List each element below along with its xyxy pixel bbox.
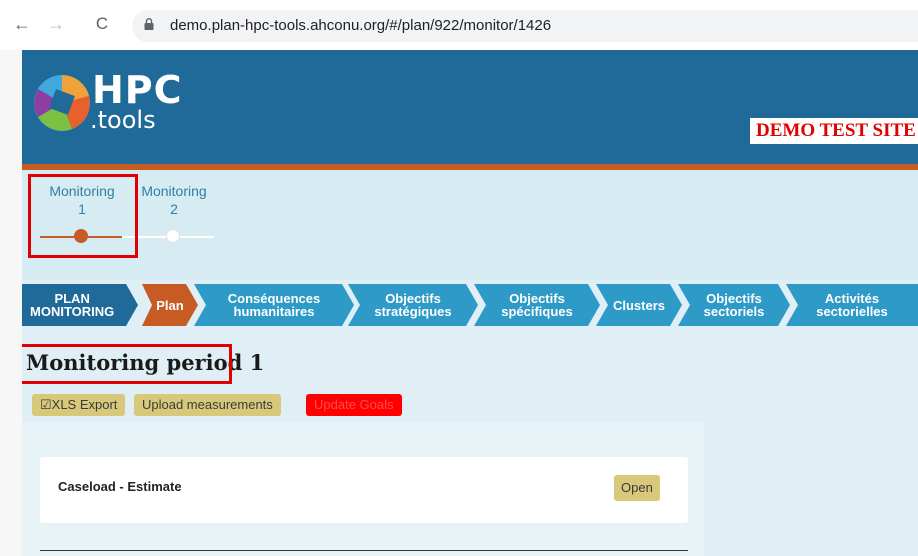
xls-export-button[interactable]: ☑XLS Export (32, 394, 126, 416)
left-margin (0, 50, 22, 556)
divider (40, 550, 688, 551)
step-objectifs-specifiques[interactable]: Objectifs spécifiques (474, 284, 600, 326)
step-activites-sectorielles[interactable]: Activités sectorielles (786, 284, 918, 326)
address-bar[interactable]: demo.plan-hpc-tools.ahconu.org/#/plan/92… (132, 10, 918, 42)
step-plan-monitoring[interactable]: PLAN MONITORING (22, 284, 138, 326)
hpc-logo-icon (34, 75, 90, 131)
highlight-box-title (22, 344, 232, 384)
highlight-box-period (28, 174, 138, 258)
open-button[interactable]: Open (614, 475, 660, 501)
step-consequences-humanitaires[interactable]: Conséquences humanitaires (194, 284, 354, 326)
upload-measurements-button[interactable]: Upload measurements (134, 394, 281, 416)
site-header: HPC .tools DEMO TEST SITE (22, 50, 918, 164)
browser-toolbar: ← → C demo.plan-hpc-tools.ahconu.org/#/p… (0, 0, 918, 51)
demo-site-label: DEMO TEST SITE (750, 118, 918, 144)
step-objectifs-sectoriels[interactable]: Objectifs sectoriels (678, 284, 790, 326)
page-content: HPC .tools DEMO TEST SITE Monitoring 1 M… (22, 50, 918, 556)
step-objectifs-strategiques[interactable]: Objectifs stratégiques (348, 284, 478, 326)
card-title: Caseload - Estimate (58, 479, 182, 494)
tab-number: 2 (170, 201, 178, 217)
forward-arrow-icon[interactable]: → (44, 12, 68, 36)
tab-label: Monitoring (141, 183, 207, 199)
period-2-marker[interactable] (166, 229, 180, 243)
back-arrow-icon[interactable]: ← (10, 12, 34, 36)
url-text: demo.plan-hpc-tools.ahconu.org/#/plan/92… (170, 17, 552, 34)
reload-icon[interactable]: C (90, 12, 114, 36)
logo-wordmark-suffix: .tools (90, 106, 156, 134)
update-goals-button[interactable]: Update Goals (306, 394, 402, 416)
lock-icon (144, 18, 154, 30)
caseload-card: Caseload - Estimate Open (40, 457, 688, 523)
step-clusters[interactable]: Clusters (596, 284, 682, 326)
tab-monitoring-2[interactable]: Monitoring 2 (134, 182, 214, 218)
monitoring-period-tabs: Monitoring 1 Monitoring 2 (22, 170, 918, 280)
step-plan[interactable]: Plan (142, 284, 198, 326)
